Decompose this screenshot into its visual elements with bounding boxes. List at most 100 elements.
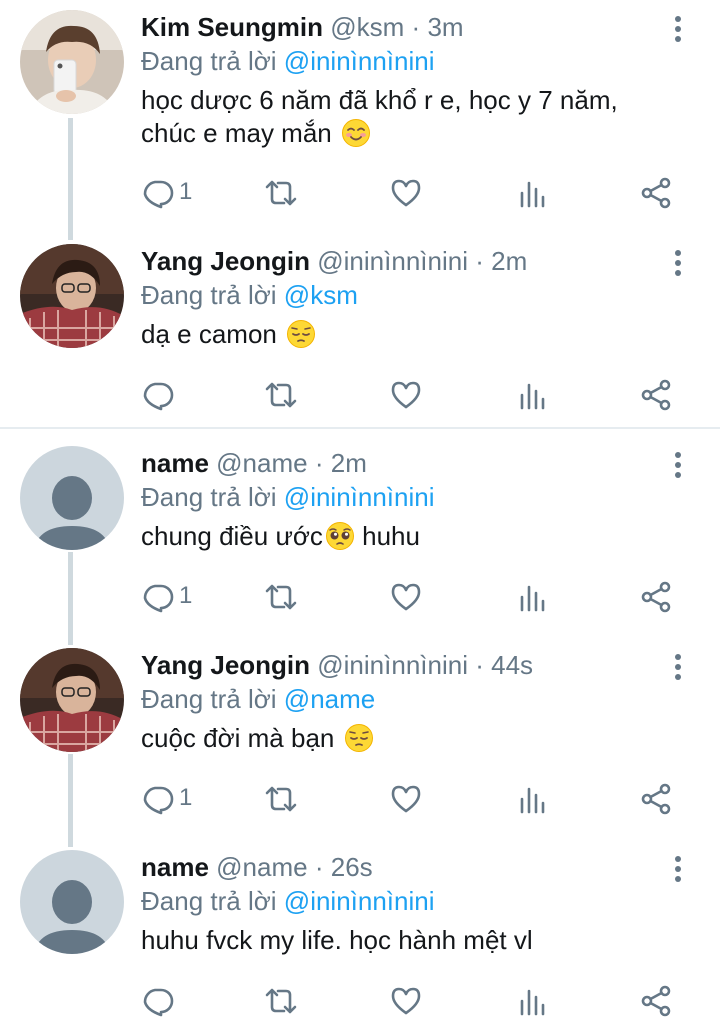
more-options-icon[interactable] xyxy=(666,450,690,480)
tweet-text: cuộc đời mà bạn xyxy=(141,722,661,755)
user-handle[interactable]: @ininìnnìnini xyxy=(317,650,468,680)
analytics-button[interactable] xyxy=(517,375,557,415)
more-options-icon[interactable] xyxy=(666,14,690,44)
tweet[interactable]: Kim Seungmin @ksm · 3m Đang trả lời @ini… xyxy=(0,0,720,230)
replying-to-label: Đang trả lời xyxy=(141,280,277,310)
retweet-button[interactable] xyxy=(264,173,304,213)
reply-count: 1 xyxy=(179,582,193,609)
reply-icon xyxy=(143,382,174,411)
timestamp[interactable]: 44s xyxy=(491,650,533,680)
reply-mention-link[interactable]: @name xyxy=(284,684,375,714)
replying-to: Đang trả lời @ksm xyxy=(141,278,661,312)
timestamp[interactable]: 2m xyxy=(491,246,527,276)
reply-button[interactable] xyxy=(141,981,211,1021)
tweet-text: huhu fvck my life. học hành mệt vl xyxy=(141,924,661,957)
avatar[interactable] xyxy=(20,244,124,348)
user-handle[interactable]: @name xyxy=(216,448,307,478)
analytics-icon xyxy=(520,787,545,814)
replying-to: Đang trả lời @ininìnnìnini xyxy=(141,480,661,514)
tweet-actions: 1 xyxy=(141,779,681,819)
timestamp[interactable]: 26s xyxy=(331,852,373,882)
reply-button[interactable]: 1 xyxy=(141,779,211,819)
analytics-button[interactable] xyxy=(517,779,557,819)
avatar[interactable] xyxy=(20,446,124,550)
default-avatar-icon xyxy=(20,850,124,954)
like-button[interactable] xyxy=(389,981,429,1021)
heart-icon xyxy=(391,583,421,611)
tweet-content: Yang Jeongin @ininìnnìnini · 44s Đang tr… xyxy=(141,648,661,755)
tweet-header: name @name · 26s xyxy=(141,850,661,884)
avatar[interactable] xyxy=(20,648,124,752)
heart-icon xyxy=(391,381,421,409)
analytics-button[interactable] xyxy=(517,173,557,213)
display-name[interactable]: Kim Seungmin xyxy=(141,12,323,42)
reply-mention-link[interactable]: @ininìnnìnini xyxy=(284,46,435,76)
retweet-icon xyxy=(265,382,297,408)
reply-mention-link[interactable]: @ksm xyxy=(284,280,358,310)
display-name[interactable]: Yang Jeongin xyxy=(141,246,310,276)
share-button[interactable] xyxy=(639,375,679,415)
separator-dot: · xyxy=(314,852,324,882)
tweet-text-suffix: huhu xyxy=(354,521,420,551)
analytics-button[interactable] xyxy=(517,981,557,1021)
replying-to: Đang trả lời @ininìnnìnini xyxy=(141,884,661,918)
reply-button[interactable]: 1 xyxy=(141,577,211,617)
share-button[interactable] xyxy=(639,981,679,1021)
more-options-icon[interactable] xyxy=(666,652,690,682)
analytics-icon xyxy=(520,989,545,1016)
tweet-actions: 1 xyxy=(141,577,681,617)
avatar[interactable] xyxy=(20,10,124,114)
tweet-header: Kim Seungmin @ksm · 3m xyxy=(141,10,661,44)
timestamp[interactable]: 2m xyxy=(331,448,367,478)
tweet-text-content: học dược 6 năm đã khổ r e, học y 7 năm, … xyxy=(141,85,618,148)
tweet[interactable]: name @name · 2m Đang trả lời @ininìnnìni… xyxy=(0,436,720,636)
pensive-emoji-icon xyxy=(287,320,316,348)
separator-dot: · xyxy=(314,448,324,478)
heart-icon xyxy=(391,179,421,207)
like-button[interactable] xyxy=(389,173,429,213)
retweet-icon xyxy=(265,180,297,206)
timestamp[interactable]: 3m xyxy=(427,12,463,42)
pleading-emoji-icon xyxy=(325,522,354,550)
analytics-button[interactable] xyxy=(517,577,557,617)
display-name[interactable]: name xyxy=(141,448,209,478)
reply-count: 1 xyxy=(179,784,193,811)
like-button[interactable] xyxy=(389,577,429,617)
retweet-button[interactable] xyxy=(264,375,304,415)
user-handle[interactable]: @ksm xyxy=(330,12,404,42)
display-name[interactable]: Yang Jeongin xyxy=(141,650,310,680)
reply-button[interactable] xyxy=(141,375,211,415)
share-button[interactable] xyxy=(639,577,679,617)
retweet-button[interactable] xyxy=(264,577,304,617)
user-handle[interactable]: @ininìnnìnini xyxy=(317,246,468,276)
reply-icon xyxy=(143,180,174,209)
more-options-icon[interactable] xyxy=(666,248,690,278)
avatar-photo xyxy=(20,10,124,114)
tweet[interactable]: Yang Jeongin @ininìnnìnini · 44s Đang tr… xyxy=(0,638,720,838)
more-options-icon[interactable] xyxy=(666,854,690,884)
avatar-photo xyxy=(20,244,124,348)
retweet-button[interactable] xyxy=(264,981,304,1021)
reply-button[interactable]: 1 xyxy=(141,173,211,213)
tweet-content: name @name · 26s Đang trả lời @ininìnnìn… xyxy=(141,850,661,957)
heart-icon xyxy=(391,785,421,813)
reply-mention-link[interactable]: @ininìnnìnini xyxy=(284,886,435,916)
like-button[interactable] xyxy=(389,779,429,819)
reply-feed: Kim Seungmin @ksm · 3m Đang trả lời @ini… xyxy=(0,0,720,1032)
analytics-icon xyxy=(520,383,545,410)
avatar[interactable] xyxy=(20,850,124,954)
like-button[interactable] xyxy=(389,375,429,415)
display-name[interactable]: name xyxy=(141,852,209,882)
tweet-actions xyxy=(141,981,681,1021)
tweet-actions: 1 xyxy=(141,173,681,213)
reply-mention-link[interactable]: @ininìnnìnini xyxy=(284,482,435,512)
user-handle[interactable]: @name xyxy=(216,852,307,882)
share-button[interactable] xyxy=(639,779,679,819)
tweet-text-content: dạ e camon xyxy=(141,319,277,349)
retweet-button[interactable] xyxy=(264,779,304,819)
share-icon xyxy=(641,177,671,209)
tweet[interactable]: Yang Jeongin @ininìnnìnini · 2m Đang trả… xyxy=(0,234,720,424)
tweet[interactable]: name @name · 26s Đang trả lời @ininìnnìn… xyxy=(0,840,720,1032)
share-button[interactable] xyxy=(639,173,679,213)
analytics-icon xyxy=(520,181,545,208)
